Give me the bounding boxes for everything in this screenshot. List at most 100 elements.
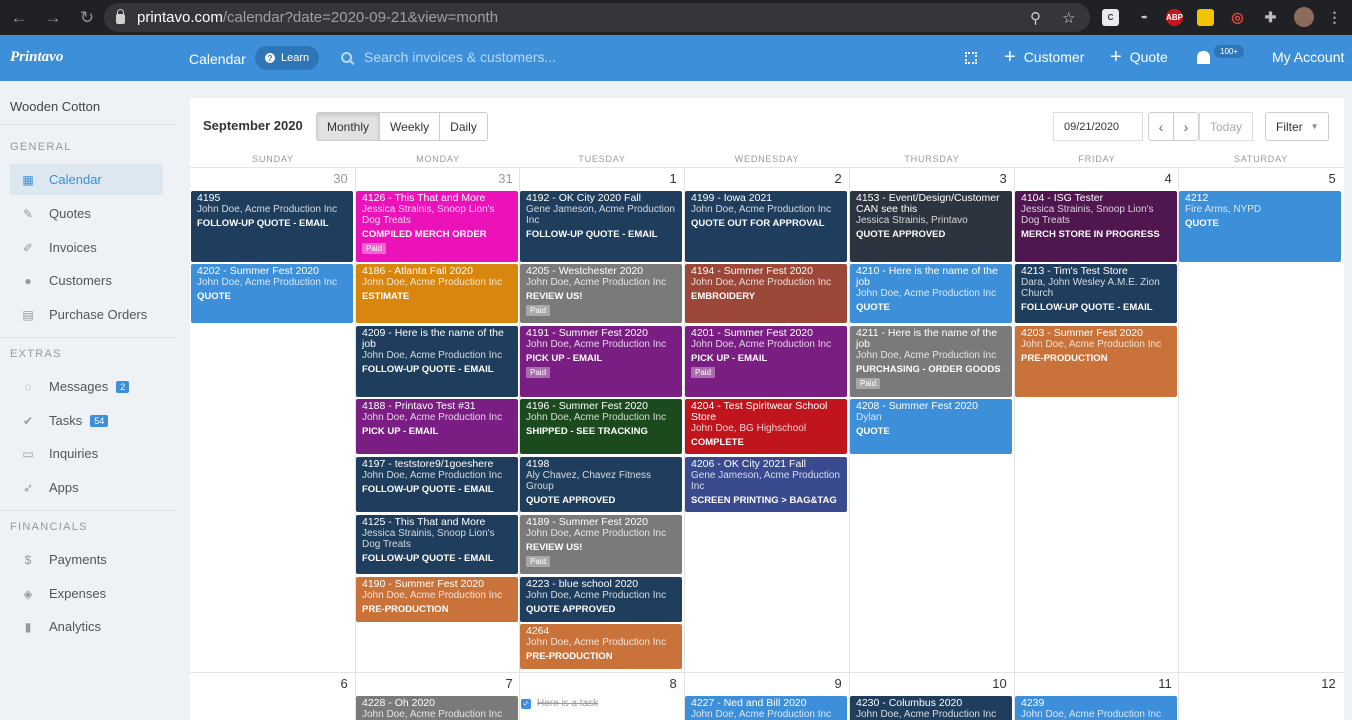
event-card[interactable]: 4209 - Here is the name of the job John D… xyxy=(356,326,518,397)
extension-spiral-icon[interactable]: ◎ xyxy=(1229,9,1246,26)
sidebar-item-inquiries[interactable]: ▭ Inquiries xyxy=(10,438,163,469)
sidebar-item-invoices[interactable]: ✐ Invoices xyxy=(10,232,163,263)
event-card[interactable]: 4213 - Tim's Test Store Dara, John Wesley… xyxy=(1015,264,1177,323)
sidebar-item-expenses[interactable]: ◈ Expenses xyxy=(10,578,163,609)
view-weekly-button[interactable]: Weekly xyxy=(379,112,441,141)
address-bar[interactable]: printavo.com/calendar?date=2020-09-21&vi… xyxy=(104,3,1090,32)
event-card[interactable]: 4223 - blue school 2020 John Doe, Acme Pr… xyxy=(520,577,682,622)
event-card[interactable]: 4204 - Test Spiritwear School Store John … xyxy=(685,399,847,454)
day-number[interactable]: 30 xyxy=(308,171,347,186)
forward-icon[interactable]: → xyxy=(42,7,64,29)
day-number[interactable]: 2 xyxy=(802,171,841,186)
reload-icon[interactable]: ↻ xyxy=(76,7,98,29)
event-card[interactable]: 4230 - Columbus 2020 John Doe, Acme Produ… xyxy=(850,696,1012,720)
event-card[interactable]: 4126 - This That and More Jessica Straini… xyxy=(356,191,518,262)
extension-c-icon[interactable]: C xyxy=(1102,9,1119,26)
next-month-button[interactable]: › xyxy=(1173,112,1199,141)
profile-avatar[interactable] xyxy=(1294,7,1314,27)
event-card[interactable]: 4189 - Summer Fest 2020 John Doe, Acme Pr… xyxy=(520,515,682,574)
event-status: PRE-PRODUCTION xyxy=(526,651,613,662)
day-number[interactable]: 11 xyxy=(1132,676,1172,691)
puzzle-icon[interactable]: ✚ xyxy=(1262,9,1279,26)
event-card[interactable]: 4191 - Summer Fest 2020 John Doe, Acme Pr… xyxy=(520,326,682,397)
event-card[interactable]: 4125 - This That and More Jessica Straini… xyxy=(356,515,518,574)
view-monthly-button[interactable]: Monthly xyxy=(316,112,381,141)
rocket-icon: ➶ xyxy=(22,480,34,495)
event-card[interactable]: 4239 John Doe, Acme Production Inc xyxy=(1015,696,1177,720)
event-card[interactable]: 4104 - ISG Tester Jessica Strainis, Snoop… xyxy=(1015,191,1177,262)
event-title: 4213 - Tim's Test Store xyxy=(1021,265,1128,277)
day-number[interactable]: 5 xyxy=(1296,171,1335,186)
today-button[interactable]: Today xyxy=(1199,112,1253,141)
day-number[interactable]: 12 xyxy=(1296,676,1335,691)
event-status: SCREEN PRINTING > BAG&TAG xyxy=(691,495,837,506)
view-daily-button[interactable]: Daily xyxy=(439,112,488,141)
learn-label: Learn xyxy=(281,52,310,64)
extension-shield-icon[interactable] xyxy=(1197,9,1214,26)
printavo-logo[interactable]: Printavo xyxy=(10,49,63,66)
day-number[interactable]: 8 xyxy=(637,676,676,691)
my-account-link[interactable]: My Account xyxy=(1272,49,1344,65)
extension-pen-icon[interactable]: ✒ xyxy=(1136,9,1153,26)
event-title: 4209 - Here is the name of the job xyxy=(362,327,504,350)
search-input[interactable]: Search invoices & customers... xyxy=(341,49,556,65)
sidebar-item-quotes[interactable]: ✎ Quotes xyxy=(10,198,163,229)
event-card[interactable]: 4192 - OK City 2020 Fall Gene Jameson, Ac… xyxy=(520,191,682,262)
date-input[interactable]: 09/21/2020 xyxy=(1053,112,1143,141)
checkbox-checked-icon[interactable]: ✓ xyxy=(521,698,531,709)
sidebar-item-tasks[interactable]: ✔ Tasks 54 xyxy=(10,405,163,436)
event-card[interactable]: 4202 - Summer Fest 2020 John Doe, Acme Pr… xyxy=(191,264,353,323)
new-quote-button[interactable]: + Quote xyxy=(1110,47,1168,67)
back-icon[interactable]: ← xyxy=(8,7,30,29)
day-number[interactable]: 6 xyxy=(308,676,347,691)
day-number[interactable]: 4 xyxy=(1132,171,1171,186)
event-card[interactable]: 4190 - Summer Fest 2020 John Doe, Acme Pr… xyxy=(356,577,518,622)
event-card[interactable]: 4210 - Here is the name of the job John D… xyxy=(850,264,1012,323)
event-card[interactable]: 4186 - Atlanta Fall 2020 John Doe, Acme P… xyxy=(356,264,518,323)
sidebar-item-messages[interactable]: ◌ Messages 2 xyxy=(10,371,163,402)
event-card[interactable]: 4228 - Oh 2020 John Doe, Acme Production … xyxy=(356,696,518,720)
event-card[interactable]: 4197 - teststore9/1goeshere John Doe, Acm… xyxy=(356,457,518,512)
bell-icon[interactable] xyxy=(1197,51,1210,64)
zoom-icon[interactable]: ⚲ xyxy=(1030,9,1041,27)
sidebar-item-apps[interactable]: ➶ Apps xyxy=(10,472,163,503)
sidebar-item-payments[interactable]: $ Payments xyxy=(10,544,163,575)
event-card[interactable]: 4201 - Summer Fest 2020 John Doe, Acme Pr… xyxy=(685,326,847,397)
sidebar-item-purchase-orders[interactable]: ▤ Purchase Orders xyxy=(10,299,163,330)
event-card[interactable]: 4194 - Summer Fest 2020 John Doe, Acme Pr… xyxy=(685,264,847,323)
event-card[interactable]: 4203 - Summer Fest 2020 John Doe, Acme Pr… xyxy=(1015,326,1177,397)
event-card[interactable]: 4208 - Summer Fest 2020 Dylan QUOTE xyxy=(850,399,1012,454)
new-customer-button[interactable]: + Customer xyxy=(1004,47,1084,67)
event-card[interactable]: 4264 John Doe, Acme Production Inc PRE-PRO… xyxy=(520,624,682,669)
day-number[interactable]: 7 xyxy=(473,676,512,691)
day-number[interactable]: 1 xyxy=(637,171,676,186)
day-number[interactable]: 3 xyxy=(967,171,1006,186)
day-number[interactable]: 10 xyxy=(967,676,1006,691)
adblock-icon[interactable]: ABP xyxy=(1166,9,1183,26)
sidebar-item-analytics[interactable]: ▮ Analytics xyxy=(10,611,163,642)
learn-button[interactable]: ? Learn xyxy=(255,46,319,70)
event-card[interactable]: 4199 - Iowa 2021 John Doe, Acme Productio… xyxy=(685,191,847,262)
event-card[interactable]: 4205 - Westchester 2020 John Doe, Acme Pr… xyxy=(520,264,682,323)
star-icon[interactable]: ☆ xyxy=(1062,9,1075,27)
event-card[interactable]: 4195 John Doe, Acme Production Inc FOLLOW-… xyxy=(191,191,353,262)
event-card[interactable]: 4198 Aly Chavez, Chavez Fitness Group QUOT… xyxy=(520,457,682,512)
prev-month-button[interactable]: ‹ xyxy=(1148,112,1174,141)
event-card[interactable]: 4153 - Event/Design/Customer CAN see thi… xyxy=(850,191,1012,262)
event-card[interactable]: 4212 Fire Arms, NYPD QUOTE xyxy=(1179,191,1341,262)
app-header: Printavo Calendar ? Learn Search invoices… xyxy=(0,35,1352,81)
event-card[interactable]: 4227 - Ned and Bill 2020 John Doe, Acme P… xyxy=(685,696,847,720)
event-card[interactable]: 4206 - OK City 2021 Fall Gene Jameson, Ac… xyxy=(685,457,847,512)
event-card[interactable]: 4196 - Summer Fest 2020 John Doe, Acme Pr… xyxy=(520,399,682,454)
sidebar-item-calendar[interactable]: ▦ Calendar xyxy=(10,164,163,195)
menu-dots-icon[interactable]: ⋮ xyxy=(1326,9,1343,26)
event-customer: John Doe, Acme Production Inc xyxy=(197,204,338,215)
task-item[interactable]: ✓ Here is a task xyxy=(521,698,598,709)
day-number[interactable]: 31 xyxy=(473,171,512,186)
event-card[interactable]: 4188 - Printavo Test #31 John Doe, Acme P… xyxy=(356,399,518,454)
sidebar-item-customers[interactable]: ● Customers xyxy=(10,265,163,296)
qr-icon[interactable] xyxy=(965,52,977,64)
filter-button[interactable]: Filter ▼ xyxy=(1265,112,1329,141)
day-number[interactable]: 9 xyxy=(802,676,841,691)
event-card[interactable]: 4211 - Here is the name of the job John D… xyxy=(850,326,1012,397)
